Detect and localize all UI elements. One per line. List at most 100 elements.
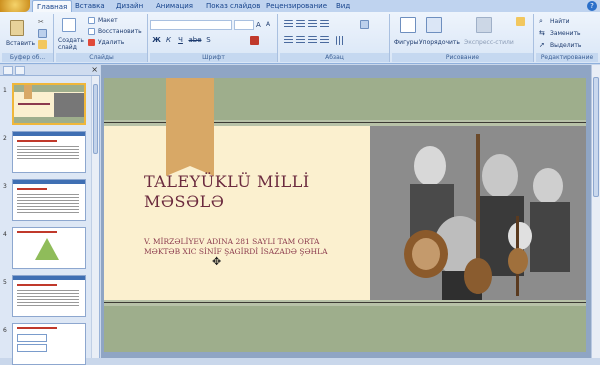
tab-home[interactable]: Главная — [32, 0, 73, 12]
slide-number: 2 — [3, 135, 7, 142]
group-paragraph: Абзац — [280, 14, 390, 62]
font-group-label: Шрифт — [150, 53, 277, 62]
group-clipboard: Вставить ✂ Буфер об... — [2, 14, 54, 62]
replace-button[interactable]: Заменить — [550, 30, 581, 37]
layout-icon — [88, 17, 95, 24]
justify-icon[interactable] — [320, 36, 329, 45]
office-button[interactable] — [0, 0, 30, 12]
outline-tab-icon[interactable] — [15, 66, 25, 75]
delete-icon — [88, 39, 95, 46]
title-line-1: TALEYÜKLÜ MİLLİ — [144, 172, 310, 191]
shapes-button[interactable]: Фигуры — [394, 39, 418, 46]
current-slide[interactable]: TALEYÜKLÜ MİLLİ MƏSƏLƏ V. MİRZƏLİYEV ADI… — [104, 78, 586, 353]
layout-button[interactable]: Макет — [98, 17, 118, 24]
slide-title[interactable]: TALEYÜKLÜ MİLLİ MƏSƏLƏ — [144, 172, 369, 212]
align-center-icon[interactable] — [296, 36, 305, 45]
clipboard-group-label: Буфер об... — [2, 53, 53, 62]
select-button[interactable]: Выделить — [550, 42, 581, 49]
font-name-field[interactable] — [150, 20, 232, 30]
slides-tab-icon[interactable] — [3, 66, 13, 75]
slide-thumbnail-3[interactable] — [12, 179, 86, 221]
help-icon[interactable]: ? — [587, 1, 597, 11]
bookmark-ribbon — [166, 78, 214, 176]
reset-icon — [88, 28, 95, 35]
workspace-scrollbar-thumb[interactable] — [593, 77, 599, 197]
paste-button[interactable]: Вставить — [6, 40, 35, 47]
increase-indent-icon[interactable] — [320, 20, 329, 29]
copy-icon[interactable] — [38, 29, 47, 38]
panel-tabs: × — [0, 65, 100, 76]
slide-thumbnail-6[interactable] — [12, 323, 86, 365]
numbering-icon[interactable] — [296, 20, 305, 29]
slide-thumbnail-4[interactable] — [12, 227, 86, 269]
slide-number: 6 — [3, 327, 7, 334]
find-icon: ⌕ — [539, 17, 543, 25]
quick-styles-icon[interactable] — [476, 17, 492, 33]
tab-view[interactable]: Вид — [332, 0, 354, 12]
font-color-icon[interactable] — [250, 36, 259, 45]
strikethrough-button[interactable]: abe — [188, 36, 202, 45]
slide-thumbnail-5[interactable] — [12, 275, 86, 317]
slide-number: 1 — [3, 87, 7, 94]
cut-icon[interactable]: ✂ — [38, 18, 47, 27]
slide-thumbnail-1[interactable] — [12, 83, 86, 125]
tab-design[interactable]: Дизайн — [112, 0, 147, 12]
replace-icon: ⇆ — [539, 29, 545, 37]
panel-scrollbar[interactable] — [91, 76, 99, 358]
tab-insert[interactable]: Вставка — [71, 0, 109, 12]
slides-group-label: Слайды — [56, 53, 147, 62]
new-slide-button[interactable]: Создать слайд — [58, 37, 86, 51]
find-button[interactable]: Найти — [550, 18, 569, 25]
tab-animation[interactable]: Анимация — [152, 0, 197, 12]
musicians-photo — [370, 126, 586, 300]
reset-button[interactable]: Восстановить — [98, 28, 142, 35]
workspace-bottom — [101, 352, 591, 358]
slide-number: 3 — [3, 183, 7, 190]
mouse-cursor-icon: ✥ — [212, 255, 222, 268]
italic-button[interactable]: К — [164, 36, 173, 45]
bullets-icon[interactable] — [284, 20, 293, 29]
shape-fill-icon[interactable] — [516, 17, 525, 26]
format-painter-icon[interactable] — [38, 40, 47, 49]
arrange-icon[interactable] — [426, 17, 442, 33]
underline-button[interactable]: Ч — [176, 36, 185, 45]
shrink-font-icon[interactable]: A — [266, 21, 275, 30]
decrease-indent-icon[interactable] — [308, 20, 317, 29]
group-drawing: Фигуры Упорядочить Экспресс-стили Рисова… — [392, 14, 534, 62]
panel-close-icon[interactable]: × — [91, 65, 98, 74]
paste-icon[interactable] — [10, 20, 24, 36]
tab-slideshow[interactable]: Показ слайдов — [202, 0, 264, 12]
shapes-icon[interactable] — [400, 17, 416, 33]
slide-number: 5 — [3, 279, 7, 286]
slide-subtitle[interactable]: V. MİRZƏLİYEV ADINA 281 SAYLI TAM ORTA M… — [144, 237, 369, 257]
arrange-button[interactable]: Упорядочить — [419, 39, 460, 46]
bold-button[interactable]: Ж — [152, 36, 161, 45]
subtitle-line-2: MƏKTƏB XIC SİNİF ŞAGİRDİ İSAZADƏ ŞƏHLA — [144, 247, 328, 256]
divider-line — [104, 302, 586, 303]
delete-button[interactable]: Удалить — [98, 39, 124, 46]
columns-icon[interactable] — [336, 36, 345, 45]
slide-number: 4 — [3, 231, 7, 238]
ribbon: Вставить ✂ Буфер об... Создать слайд Мак… — [0, 12, 600, 64]
title-line-2: MƏSƏLƏ — [144, 192, 225, 211]
grow-font-icon[interactable]: A — [256, 21, 265, 30]
workspace-scrollbar[interactable] — [591, 65, 600, 358]
font-size-field[interactable] — [234, 20, 254, 30]
title-panel — [104, 126, 370, 300]
group-editing: ⌕ Найти ⇆ Заменить ➚ Выделить Редактиров… — [536, 14, 598, 62]
ribbon-tab-bar: Главная Вставка Дизайн Анимация Показ сл… — [0, 0, 600, 12]
slide-thumbnail-panel: × 1 2 3 4 5 6 — [0, 65, 100, 365]
text-direction-icon[interactable] — [360, 20, 369, 29]
musicians-illustration — [370, 126, 586, 300]
bottom-band — [104, 306, 586, 353]
align-left-icon[interactable] — [284, 36, 293, 45]
slide-thumbnail-2[interactable] — [12, 131, 86, 173]
shadow-button[interactable]: S — [204, 36, 213, 45]
new-slide-icon[interactable] — [62, 18, 76, 32]
select-icon: ➚ — [539, 41, 545, 49]
drawing-group-label: Рисование — [392, 53, 533, 62]
panel-scrollbar-thumb[interactable] — [93, 84, 98, 154]
align-right-icon[interactable] — [308, 36, 317, 45]
tab-review[interactable]: Рецензирование — [262, 0, 331, 12]
quick-styles-button[interactable]: Экспресс-стили — [464, 39, 514, 46]
